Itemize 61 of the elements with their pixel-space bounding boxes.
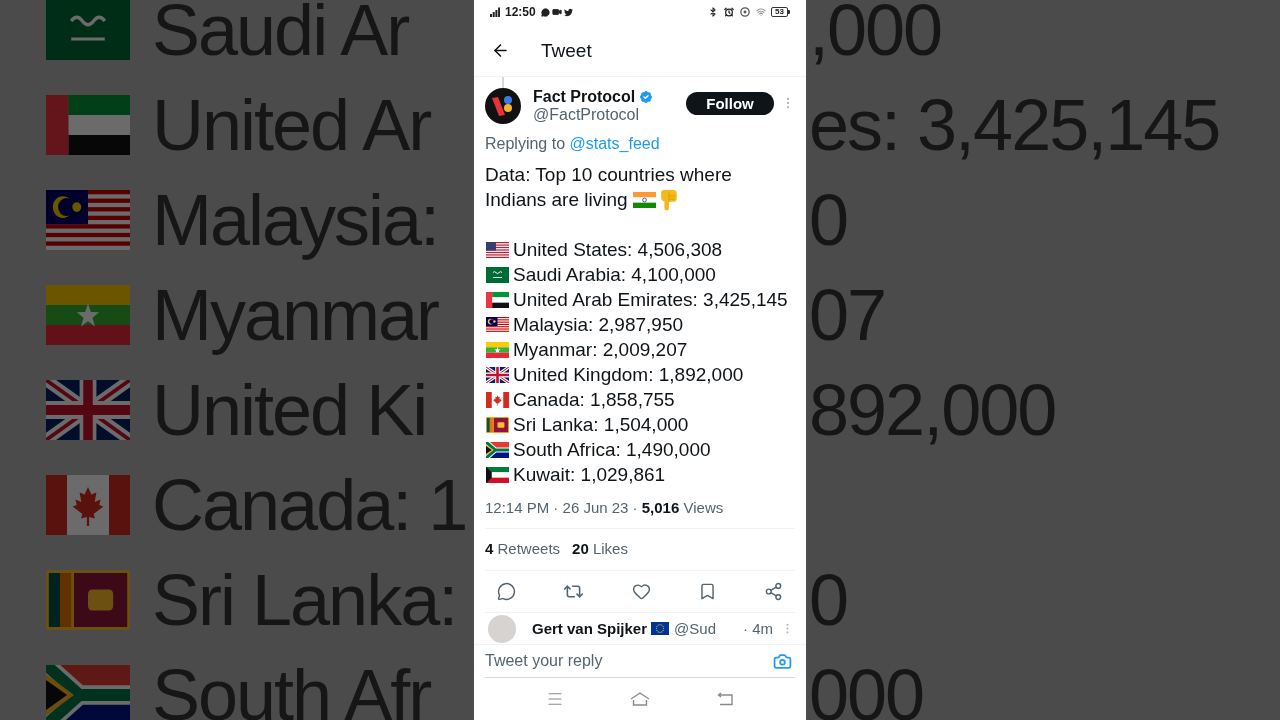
follow-button[interactable]: Follow bbox=[686, 92, 774, 115]
battery-indicator: 53 bbox=[771, 7, 790, 17]
saudi-arabia-flag-icon bbox=[486, 266, 509, 283]
canada-flag-icon bbox=[46, 474, 130, 535]
india-flag-icon bbox=[632, 191, 656, 208]
pointing-down-hand-icon bbox=[658, 188, 678, 211]
country-stat-text: Canada: 1,858,755 bbox=[513, 388, 675, 412]
country-stat-text: United States: 4,506,308 bbox=[513, 238, 723, 262]
malaysia-flag-icon bbox=[486, 316, 509, 333]
uk-flag-icon bbox=[486, 366, 509, 383]
country-stat-text: United Kingdom: 1,892,000 bbox=[513, 363, 744, 387]
wifi-icon bbox=[756, 7, 767, 17]
mobile-signal-icon bbox=[490, 7, 500, 17]
camera-icon[interactable] bbox=[773, 651, 792, 671]
saudi-arabia-flag-icon bbox=[46, 0, 130, 60]
sri-lanka-flag-icon bbox=[486, 416, 509, 433]
country-stat-text: United Arab Emirates: 3,425,145 bbox=[513, 288, 788, 312]
us-flag-icon bbox=[486, 241, 509, 258]
sri-lanka-flag-icon bbox=[46, 569, 130, 630]
malaysia-flag-icon bbox=[46, 189, 130, 250]
country-stat-text: Sri Lanka: 1,504,000 bbox=[513, 413, 689, 437]
screen-title: Tweet bbox=[541, 40, 592, 60]
home-icon[interactable] bbox=[630, 692, 650, 706]
tweet-text: Indians are living bbox=[485, 188, 628, 212]
comment-icon[interactable] bbox=[497, 582, 516, 601]
alarm-clock-icon bbox=[724, 7, 735, 17]
canada-flag-icon bbox=[486, 391, 509, 408]
tweet-meta-text: 12:14 PM · 26 Jun 23 · 5,016 Views bbox=[485, 498, 725, 518]
myanmar-flag-icon bbox=[46, 284, 130, 345]
ring-icon bbox=[740, 7, 751, 17]
engagement-count-link[interactable]: 20 Likes bbox=[572, 538, 628, 561]
bluetooth-icon bbox=[708, 7, 719, 17]
reply-context-text: Replying to @stats_feed bbox=[485, 134, 660, 154]
myanmar-flag-icon bbox=[486, 341, 509, 358]
country-stat-text: Myanmar: 2,009,207 bbox=[513, 338, 688, 362]
reply-input-field[interactable]: Tweet your reply bbox=[485, 649, 773, 673]
reply-time: · 4m bbox=[743, 621, 773, 636]
eu-flag-icon bbox=[651, 622, 670, 635]
kuwait-flag-icon bbox=[486, 466, 509, 483]
engagement-count-link[interactable]: 4 Retweets bbox=[485, 538, 561, 561]
country-stat-text: South Africa: 1,490,000 bbox=[513, 438, 711, 462]
heart-icon[interactable] bbox=[631, 582, 651, 601]
country-stat-text: Malaysia: 2,987,950 bbox=[513, 313, 684, 337]
author-name[interactable]: Fact Protocol bbox=[533, 89, 636, 105]
video-camera-icon bbox=[551, 7, 562, 17]
chat-bubble-icon bbox=[540, 7, 550, 17]
reply-author-handle: @Sud bbox=[674, 621, 716, 636]
country-stat-text: Saudi Arabia: 4,100,000 bbox=[513, 263, 716, 287]
south-africa-flag-icon bbox=[486, 441, 509, 458]
tweet-text: Data: Top 10 countries where bbox=[485, 163, 732, 187]
country-stat-text: Kuwait: 1,029,861 bbox=[513, 463, 666, 487]
reply-author-name[interactable]: Gert van Spijker bbox=[532, 621, 648, 636]
avatar-logo bbox=[485, 88, 521, 124]
uae-flag-icon bbox=[46, 94, 130, 155]
uk-flag-icon bbox=[46, 379, 130, 440]
uae-flag-icon bbox=[486, 291, 509, 308]
clock-time: 12:50 bbox=[505, 6, 536, 18]
author-handle: @FactProtocol bbox=[533, 106, 641, 124]
south-africa-flag-icon bbox=[46, 664, 130, 720]
share-icon[interactable] bbox=[764, 582, 783, 601]
back-icon[interactable] bbox=[716, 692, 734, 706]
